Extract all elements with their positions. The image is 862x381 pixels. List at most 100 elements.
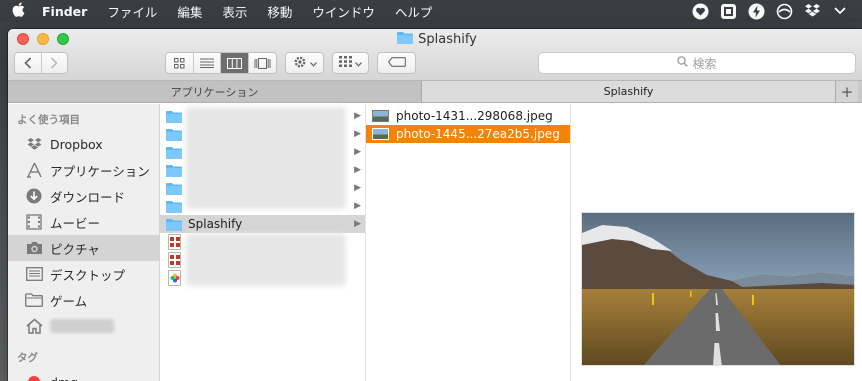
menu-edit[interactable]: 編集 — [167, 2, 212, 21]
list-item[interactable]: ▶ — [160, 161, 365, 179]
menu-bar: Finder ファイル 編集 表示 移動 ウインドウ ヘルプ — [0, 0, 862, 22]
list-item[interactable]: ▶ — [160, 125, 365, 143]
movies-icon — [24, 213, 44, 231]
list-item[interactable]: ▶ — [160, 107, 365, 125]
sidebar-item-games[interactable]: ゲーム — [8, 287, 159, 313]
dropbox-icon — [24, 135, 44, 153]
downloads-icon — [24, 187, 44, 205]
folder-icon — [166, 182, 182, 195]
folder-icon — [166, 218, 182, 231]
apple-menu-icon[interactable] — [0, 1, 36, 21]
gallery-view-button[interactable] — [249, 53, 276, 73]
app-status-icon[interactable] — [719, 2, 737, 20]
back-button[interactable] — [15, 53, 41, 73]
folder-icon — [166, 128, 182, 141]
chevron-down-icon — [309, 56, 317, 70]
folder-icon — [166, 164, 182, 177]
list-item[interactable] — [160, 233, 365, 251]
red-tag-dot-icon — [28, 376, 40, 381]
menu-help[interactable]: ヘルプ — [385, 2, 443, 21]
chevron-right-icon: ▶ — [354, 111, 361, 121]
column-splashify: photo-1431...298068.jpeg photo-1445...27… — [366, 104, 571, 381]
arrange-menu-button[interactable] — [332, 52, 369, 74]
sidebar-item-downloads[interactable]: ダウンロード — [8, 183, 159, 209]
menu-app-name[interactable]: Finder — [36, 4, 97, 19]
folder-name: Splashify — [188, 217, 243, 231]
sidebar-item-dropbox[interactable]: Dropbox — [8, 131, 159, 157]
window-title-text: Splashify — [418, 32, 477, 47]
tags-header: タグ — [17, 352, 38, 364]
search-field[interactable]: 検索 — [538, 52, 856, 74]
finder-window: Splashify 検索 アプリケーション Splashify + よく使う項目… — [8, 29, 862, 381]
sidebar-item-applications[interactable]: アプリケーション — [8, 157, 159, 183]
sidebar-item-label: アプリケーション — [50, 163, 150, 179]
folder-icon — [166, 146, 182, 159]
sidebar-tag-dmg[interactable]: dmg — [8, 369, 159, 381]
sidebar-item-movies[interactable]: ムービー — [8, 209, 159, 235]
home-icon — [24, 317, 44, 335]
file-name: photo-1431...298068.jpeg — [396, 109, 553, 123]
list-item[interactable] — [160, 269, 365, 287]
desktop-icon — [24, 265, 44, 283]
gear-icon — [293, 55, 307, 72]
nav-buttons — [14, 52, 68, 74]
pictures-icon — [24, 239, 44, 257]
search-placeholder: 検索 — [692, 56, 717, 71]
menu-file[interactable]: ファイル — [97, 2, 167, 21]
tab-applications[interactable]: アプリケーション — [8, 81, 422, 102]
chevron-down-icon — [355, 56, 362, 70]
list-item[interactable] — [160, 251, 365, 269]
sidebar: よく使う項目 Dropbox アプリケーション ダウンロード ムービー ピクチャ… — [8, 104, 160, 381]
folder-icon — [166, 200, 182, 213]
file-row-selected[interactable]: photo-1445...27ea2b5.jpeg — [366, 125, 570, 143]
tab-splashify[interactable]: Splashify — [422, 81, 836, 102]
applications-icon — [24, 161, 44, 179]
forward-button[interactable] — [40, 53, 67, 73]
column-pictures: ▶ ▶ ▶ ▶ ▶ ▶ Splashify ▶ — [160, 104, 366, 381]
favorites-header: よく使う項目 — [17, 114, 80, 126]
image-thumbnail-icon — [372, 128, 389, 140]
action-menu-button[interactable] — [285, 52, 324, 74]
list-view-button[interactable] — [194, 53, 221, 73]
redacted-home-name — [50, 319, 114, 333]
file-row[interactable]: photo-1431...298068.jpeg — [366, 107, 570, 125]
menu-view[interactable]: 表示 — [212, 2, 257, 21]
title-bar: Splashify 検索 — [8, 29, 862, 81]
sync-status-icon[interactable] — [775, 2, 793, 20]
menu-go[interactable]: 移動 — [257, 2, 302, 21]
folder-row-splashify[interactable]: Splashify ▶ — [160, 215, 365, 233]
icon-view-button[interactable] — [166, 53, 194, 73]
file-name: photo-1445...27ea2b5.jpeg — [396, 127, 560, 141]
new-tab-button[interactable]: + — [836, 81, 858, 102]
list-item[interactable]: ▶ — [160, 179, 365, 197]
image-thumbnail-icon — [372, 110, 389, 122]
sidebar-item-label: Dropbox — [50, 136, 103, 152]
chevron-right-icon: ▶ — [354, 147, 361, 157]
folder-icon — [397, 31, 414, 48]
sidebar-item-label: ムービー — [50, 215, 101, 231]
sidebar-item-label: ダウンロード — [50, 189, 126, 205]
list-item[interactable]: ▶ — [160, 197, 365, 215]
sidebar-item-pictures[interactable]: ピクチャ — [8, 235, 159, 261]
photo-preview-image — [581, 212, 855, 366]
heart-status-icon[interactable] — [691, 2, 709, 20]
menu-window[interactable]: ウインドウ — [302, 2, 385, 21]
column-view-button[interactable] — [221, 53, 249, 73]
image-file-icon — [168, 252, 181, 268]
sidebar-item-label: デスクトップ — [50, 267, 126, 283]
tag-icon — [387, 56, 406, 70]
image-file-icon — [168, 234, 181, 250]
chevron-right-icon: ▶ — [354, 201, 361, 211]
tag-button[interactable] — [377, 52, 416, 74]
chevron-status-icon[interactable] — [831, 2, 849, 20]
arrange-icon — [339, 56, 352, 70]
sidebar-item-home[interactable] — [8, 313, 159, 339]
sidebar-item-label: ピクチャ — [50, 241, 100, 257]
photos-app-icon — [168, 270, 181, 286]
sidebar-item-desktop[interactable]: デスクトップ — [8, 261, 159, 287]
toolbar: 検索 — [8, 52, 862, 76]
bolt-status-icon[interactable] — [747, 2, 765, 20]
chevron-right-icon: ▶ — [354, 183, 361, 193]
dropbox-status-icon[interactable] — [803, 2, 821, 20]
list-item[interactable]: ▶ — [160, 143, 365, 161]
